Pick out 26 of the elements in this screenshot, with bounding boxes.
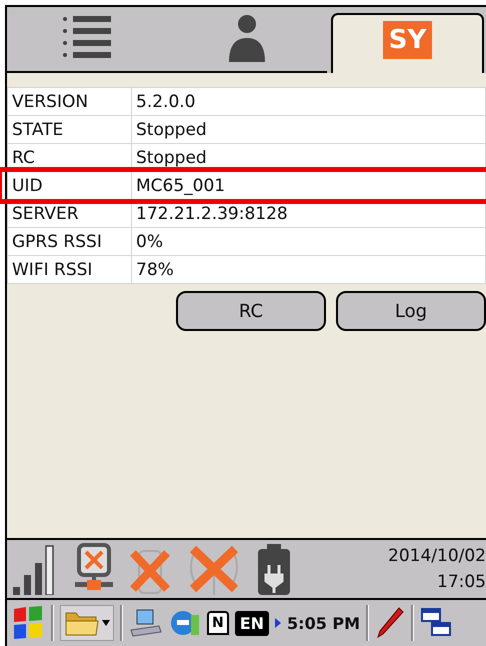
property-name: UID [8,172,132,200]
status-time: 17:05 [437,572,486,592]
triangle-icon [275,618,282,628]
property-name: STATE [8,116,132,144]
action-button[interactable]: Log [336,291,486,331]
taskbar-clock: 5:05 PM [287,614,360,632]
language-indicator[interactable]: EN [234,610,270,636]
notes-icon[interactable]: N [207,611,229,635]
person-icon [227,14,267,64]
windows-icon[interactable] [420,607,452,639]
status-date: 2014/10/02 [388,546,486,566]
property-value: 78% [132,256,486,284]
caret-icon [102,619,110,627]
pen-icon[interactable] [375,606,406,640]
folder-button[interactable] [60,605,114,641]
property-name: VERSION [8,88,132,116]
start-flag-icon[interactable] [11,605,45,641]
property-value: 0% [132,228,486,256]
property-name: GPRS RSSI [8,228,132,256]
property-name: WIFI RSSI [8,256,132,284]
property-value: Stopped [132,116,486,144]
computer-icon[interactable] [129,608,163,638]
action-button[interactable]: RC [176,291,326,331]
property-value: 5.2.0.0 [132,88,486,116]
battery-plug-icon [257,543,291,595]
app-logo: SY [382,21,432,59]
